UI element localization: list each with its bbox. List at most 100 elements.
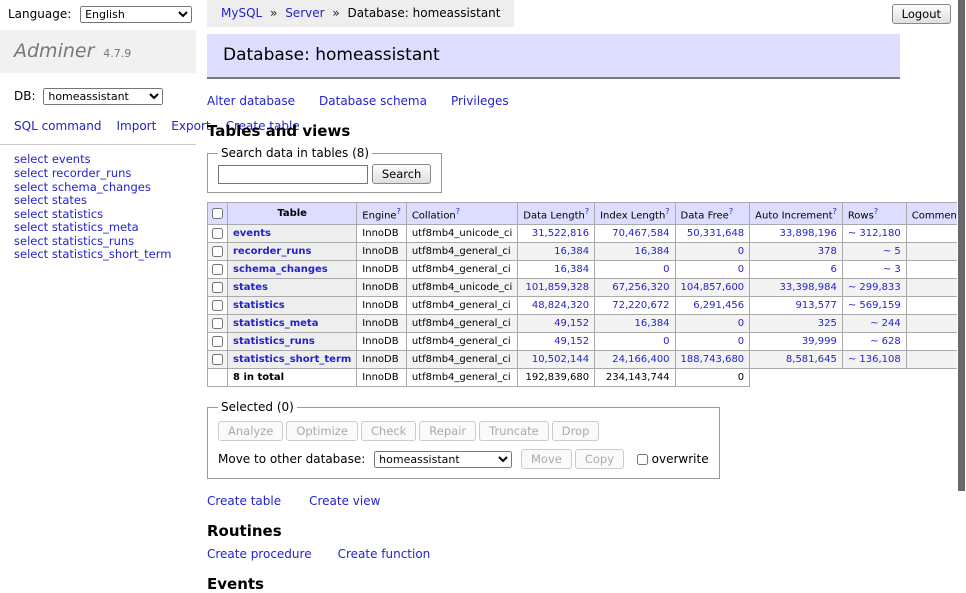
data-length-cell-link[interactable]: 31,522,816 bbox=[532, 228, 589, 239]
sidebar-select-statistics-short-term[interactable]: select statistics_short_term bbox=[14, 248, 182, 262]
index-length-cell-link[interactable]: 24,166,400 bbox=[612, 354, 669, 365]
search-button[interactable]: Search bbox=[372, 164, 432, 184]
auto-increment-cell-link[interactable]: 8,581,645 bbox=[786, 354, 837, 365]
rows-cell-link[interactable]: ~ 136,108 bbox=[848, 354, 901, 365]
search-input[interactable] bbox=[218, 165, 368, 184]
sidebar-select-statistics[interactable]: select statistics bbox=[14, 208, 182, 222]
table-link-statistics-meta[interactable]: statistics_meta bbox=[233, 318, 318, 329]
index-length-cell-link[interactable]: 0 bbox=[663, 336, 669, 347]
language-select[interactable]: English bbox=[80, 6, 192, 23]
row-checkbox[interactable] bbox=[212, 300, 223, 311]
data-free-cell-link[interactable]: 0 bbox=[738, 264, 744, 275]
rows-cell-link[interactable]: ~ 244 bbox=[870, 318, 901, 329]
auto-increment-cell-link[interactable]: 39,999 bbox=[802, 336, 837, 347]
alter-database-link[interactable]: Alter database bbox=[207, 94, 295, 108]
sidebar-select-states[interactable]: select states bbox=[14, 194, 182, 208]
create-table-link[interactable]: Create table bbox=[207, 494, 281, 508]
data-length-cell-link[interactable]: 10,502,144 bbox=[532, 354, 589, 365]
rows-cell-link[interactable]: ~ 5 bbox=[883, 246, 901, 257]
data-length-cell-link[interactable]: 16,384 bbox=[554, 246, 589, 257]
database-schema-link[interactable]: Database schema bbox=[319, 94, 427, 108]
table-link-statistics-runs[interactable]: statistics_runs bbox=[233, 336, 315, 347]
help-link[interactable]: ? bbox=[833, 207, 837, 216]
table-link-recorder-runs[interactable]: recorder_runs bbox=[233, 246, 311, 257]
help-link[interactable]: ? bbox=[585, 207, 589, 216]
help-link[interactable]: ? bbox=[456, 207, 460, 216]
create-function-link[interactable]: Create function bbox=[338, 547, 431, 561]
breadcrumb-mysql[interactable]: MySQL bbox=[221, 6, 262, 20]
table-link-statistics[interactable]: statistics bbox=[233, 300, 285, 311]
scrollbar-thumb[interactable] bbox=[958, 0, 965, 491]
data-free-cell-link[interactable]: 50,331,648 bbox=[687, 228, 744, 239]
index-length-cell-link[interactable]: 0 bbox=[663, 264, 669, 275]
sidebar-menu-import[interactable]: Import bbox=[116, 119, 156, 133]
truncate-button[interactable]: Truncate bbox=[479, 421, 549, 441]
row-checkbox[interactable] bbox=[212, 336, 223, 347]
sidebar-select-events[interactable]: select events bbox=[14, 153, 182, 167]
create-view-link[interactable]: Create view bbox=[309, 494, 380, 508]
data-free-cell-link[interactable]: 104,857,600 bbox=[681, 282, 745, 293]
data-free-cell-link[interactable]: 6,291,456 bbox=[693, 300, 744, 311]
rows-cell-link[interactable]: ~ 628 bbox=[870, 336, 901, 347]
check-button[interactable]: Check bbox=[361, 421, 416, 441]
data-length-cell-link[interactable]: 48,824,320 bbox=[532, 300, 589, 311]
table-link-events[interactable]: events bbox=[233, 228, 271, 239]
data-free-cell-link[interactable]: 0 bbox=[738, 318, 744, 329]
index-length-cell-link[interactable]: 67,256,320 bbox=[612, 282, 669, 293]
data-length-cell-link[interactable]: 101,859,328 bbox=[525, 282, 589, 293]
row-checkbox[interactable] bbox=[212, 264, 223, 275]
auto-increment-cell-link[interactable]: 33,398,984 bbox=[780, 282, 837, 293]
move-button[interactable]: Move bbox=[521, 449, 572, 469]
data-free-cell-link[interactable]: 0 bbox=[738, 336, 744, 347]
table-link-statistics-short-term[interactable]: statistics_short_term bbox=[233, 354, 351, 365]
create-procedure-link[interactable]: Create procedure bbox=[207, 547, 312, 561]
row-checkbox[interactable] bbox=[212, 282, 223, 293]
analyze-button[interactable]: Analyze bbox=[218, 421, 283, 441]
help-link[interactable]: ? bbox=[397, 207, 401, 216]
auto-increment-cell-link[interactable]: 33,898,196 bbox=[780, 228, 837, 239]
index-length-cell-link[interactable]: 70,467,584 bbox=[612, 228, 669, 239]
table-link-schema-changes[interactable]: schema_changes bbox=[233, 264, 328, 275]
data-free-cell-link[interactable]: 0 bbox=[738, 246, 744, 257]
sidebar-menu-sql-command[interactable]: SQL command bbox=[14, 119, 101, 133]
row-checkbox[interactable] bbox=[212, 228, 223, 239]
select-all-checkbox[interactable] bbox=[212, 208, 223, 219]
index-length-cell-link[interactable]: 16,384 bbox=[635, 318, 670, 329]
data-length-cell-link[interactable]: 49,152 bbox=[554, 336, 589, 347]
index-length-cell-link[interactable]: 16,384 bbox=[635, 246, 670, 257]
overwrite-checkbox[interactable] bbox=[637, 454, 648, 465]
table-link-states[interactable]: states bbox=[233, 282, 268, 293]
breadcrumb-server[interactable]: Server bbox=[285, 6, 324, 20]
move-db-select[interactable]: homeassistant bbox=[374, 451, 512, 468]
copy-button[interactable]: Copy bbox=[575, 449, 624, 469]
rows-cell-link[interactable]: ~ 3 bbox=[883, 264, 901, 275]
row-checkbox[interactable] bbox=[212, 354, 223, 365]
row-checkbox[interactable] bbox=[212, 318, 223, 329]
auto-increment-cell-link[interactable]: 6 bbox=[830, 264, 836, 275]
rows-cell-link[interactable]: ~ 569,159 bbox=[848, 300, 901, 311]
row-checkbox[interactable] bbox=[212, 246, 223, 257]
sidebar-select-schema-changes[interactable]: select schema_changes bbox=[14, 181, 182, 195]
db-select[interactable]: homeassistant bbox=[43, 88, 163, 105]
repair-button[interactable]: Repair bbox=[419, 421, 476, 441]
auto-increment-cell-link[interactable]: 378 bbox=[818, 246, 837, 257]
optimize-button[interactable]: Optimize bbox=[286, 421, 358, 441]
auto-increment-cell-link[interactable]: 913,577 bbox=[795, 300, 836, 311]
rows-cell-link[interactable]: ~ 312,180 bbox=[848, 228, 901, 239]
help-link[interactable]: ? bbox=[665, 207, 669, 216]
sidebar-menu-export[interactable]: Export bbox=[171, 119, 210, 133]
sidebar-select-statistics-runs[interactable]: select statistics_runs bbox=[14, 235, 182, 249]
data-free-cell-link[interactable]: 188,743,680 bbox=[681, 354, 745, 365]
privileges-link[interactable]: Privileges bbox=[451, 94, 509, 108]
rows-cell-link[interactable]: ~ 299,833 bbox=[848, 282, 901, 293]
index-length-cell-link[interactable]: 72,220,672 bbox=[612, 300, 669, 311]
help-link[interactable]: ? bbox=[729, 207, 733, 216]
auto-increment-cell-link[interactable]: 325 bbox=[818, 318, 837, 329]
vertical-scrollbar[interactable] bbox=[957, 0, 966, 543]
data-length-cell-link[interactable]: 16,384 bbox=[554, 264, 589, 275]
drop-button[interactable]: Drop bbox=[552, 421, 600, 441]
data-length-cell-link[interactable]: 49,152 bbox=[554, 318, 589, 329]
sidebar-select-statistics-meta[interactable]: select statistics_meta bbox=[14, 221, 182, 235]
sidebar-select-recorder-runs[interactable]: select recorder_runs bbox=[14, 167, 182, 181]
help-link[interactable]: ? bbox=[874, 207, 878, 216]
